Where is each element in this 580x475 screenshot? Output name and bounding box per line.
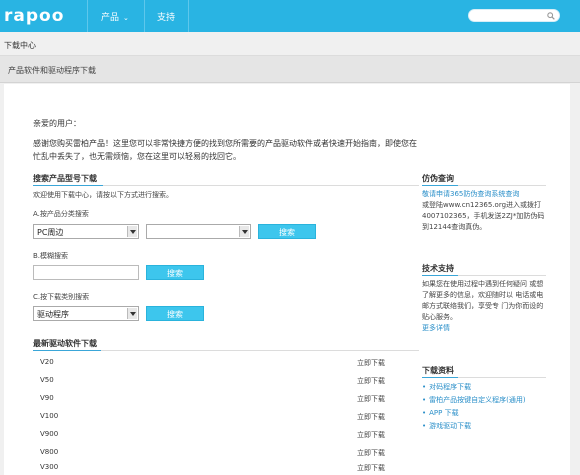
title-underline — [422, 185, 458, 186]
download-now-link[interactable]: 立即下载 — [357, 358, 385, 368]
anti-fake-text: 或登陆www.cn12365.org进入或拨打4007102365，手机发送2Z… — [422, 201, 545, 231]
fuzzy-search-field — [33, 265, 139, 280]
intro-text: 感谢您购买雷柏产品！这里您可以非常快捷方便的找到您所需要的产品驱动软件或者快速开… — [33, 139, 417, 161]
downloads-title: 下载资料 — [422, 366, 454, 375]
download-now-link[interactable]: 立即下载 — [357, 394, 385, 404]
search-box — [468, 9, 560, 22]
category-select-value: PC周边 — [37, 228, 64, 237]
product-model: V900 — [40, 430, 59, 438]
fuzzy-search-button[interactable]: 搜索 — [146, 265, 204, 280]
download-now-link[interactable]: 立即下载 — [357, 448, 385, 458]
greeting: 亲爱的用户： — [33, 119, 81, 128]
title-underline — [33, 185, 103, 186]
breadcrumb[interactable]: 下载中心 — [4, 40, 36, 51]
dropdown-arrow-icon — [239, 226, 249, 237]
nav-divider — [188, 0, 189, 32]
anti-fake-title: 仿伪查询 — [422, 174, 454, 183]
title-underline — [422, 275, 458, 276]
nav-support[interactable]: 支持 — [157, 10, 175, 23]
download-now-link[interactable]: 立即下载 — [357, 463, 385, 473]
download-row: V50 立即下载 — [40, 373, 385, 390]
type-search-button[interactable]: 搜索 — [146, 306, 204, 321]
download-row: V100 立即下载 — [40, 409, 385, 426]
download-link-game-driver[interactable]: 游戏驱动下载 — [422, 421, 471, 431]
title-underline — [33, 350, 101, 351]
download-link-app[interactable]: APP 下载 — [422, 408, 458, 418]
dropdown-arrow-icon — [127, 226, 137, 237]
anti-fake-link[interactable]: 敬请申请365防伪查询系统查询 — [422, 190, 519, 198]
section-header: 产品软件和驱动程序下载 — [0, 56, 580, 83]
chevron-down-icon: ⌄ — [123, 14, 129, 22]
title-underline — [422, 377, 458, 378]
anti-fake-block: 敬请申请365防伪查询系统查询 或登陆www.cn12365.org进入或拨打4… — [422, 189, 546, 233]
top-navbar: rapoo 产品 ⌄ 支持 — [0, 0, 580, 32]
dropdown-arrow-icon — [127, 308, 137, 319]
nav-divider — [144, 0, 145, 32]
fuzzy-search-label: B.模糊搜索 — [33, 252, 69, 260]
download-row: V300 立即下载 — [40, 460, 385, 475]
category-search-label: A.按产品分类搜索 — [33, 210, 89, 218]
tech-support-title: 技术支持 — [422, 264, 454, 273]
model-select[interactable] — [146, 224, 251, 239]
latest-downloads-title: 最新驱动软件下载 — [33, 339, 97, 348]
section-title: 产品软件和驱动程序下载 — [8, 66, 96, 75]
tech-support-block: 如果您在使用过程中遇到任何疑问 或想了解更多的信息，欢迎随时以 电话或电邮方式联… — [422, 279, 546, 334]
download-link-key-customizer[interactable]: 雷柏产品按键自定义程序(通用) — [422, 395, 525, 405]
more-details-link[interactable]: 更多详情 — [422, 324, 450, 332]
download-now-link[interactable]: 立即下载 — [357, 376, 385, 386]
rapoo-logo[interactable]: rapoo — [4, 6, 64, 26]
download-now-link[interactable]: 立即下载 — [357, 412, 385, 422]
search-icon[interactable] — [547, 12, 555, 20]
search-input[interactable] — [475, 11, 545, 21]
category-select[interactable]: PC周边 — [33, 224, 139, 239]
download-row: V90 立即下载 — [40, 391, 385, 408]
product-model: V20 — [40, 358, 54, 366]
nav-divider — [87, 0, 88, 32]
download-row: V900 立即下载 — [40, 427, 385, 444]
product-model: V100 — [40, 412, 59, 420]
product-model: V90 — [40, 394, 54, 402]
product-model: V800 — [40, 448, 59, 456]
nav-support-label: 支持 — [157, 13, 176, 23]
search-section-title: 搜索产品型号下载 — [33, 174, 97, 183]
download-now-link[interactable]: 立即下载 — [357, 430, 385, 440]
type-search-label: C.按下载类别搜索 — [33, 293, 90, 301]
download-type-select[interactable]: 驱动程序 — [33, 306, 139, 321]
tech-support-text: 如果您在使用过程中遇到任何疑问 或想了解更多的信息，欢迎随时以 电话或电邮方式联… — [422, 280, 544, 321]
product-model: V50 — [40, 376, 54, 384]
download-link-pairing[interactable]: 对码程序下载 — [422, 382, 471, 392]
download-row: V20 立即下载 — [40, 355, 385, 372]
product-model: V300 — [40, 463, 59, 471]
search-subtitle: 欢迎使用下载中心，请按以下方式进行搜索。 — [33, 191, 173, 199]
nav-products[interactable]: 产品 ⌄ — [101, 10, 129, 23]
download-type-value: 驱动程序 — [37, 310, 69, 319]
fuzzy-search-input[interactable] — [34, 266, 138, 279]
category-search-button[interactable]: 搜索 — [258, 224, 316, 239]
nav-products-label: 产品 — [101, 13, 120, 23]
